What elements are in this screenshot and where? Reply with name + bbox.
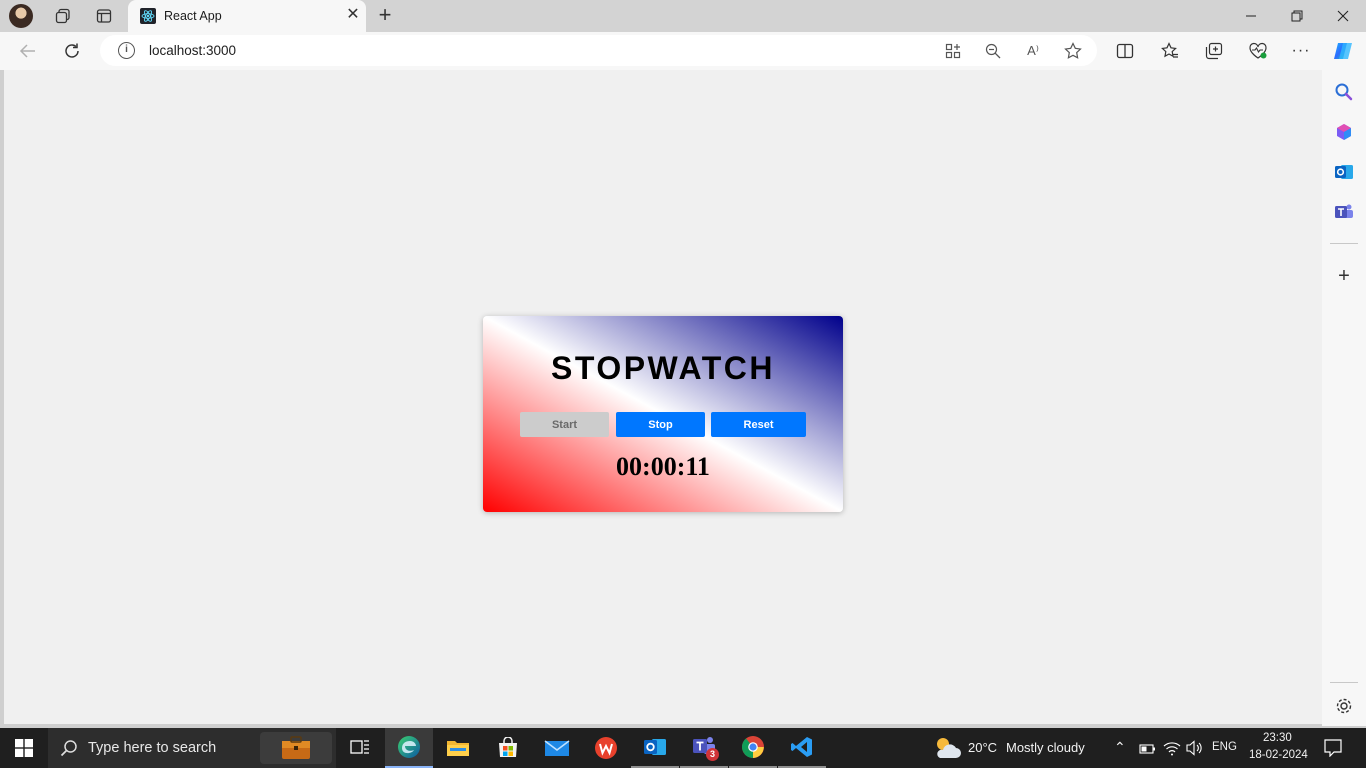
favorite-star-icon[interactable] bbox=[1062, 40, 1084, 62]
vscode-icon[interactable] bbox=[778, 728, 826, 768]
notification-badge: 3 bbox=[706, 748, 719, 761]
workspaces-icon[interactable] bbox=[50, 4, 76, 28]
battery-icon[interactable] bbox=[1139, 742, 1157, 760]
favorites-icon[interactable] bbox=[1157, 39, 1183, 63]
tab-title: React App bbox=[164, 9, 222, 23]
briefcase-icon[interactable] bbox=[260, 732, 332, 764]
taskbar-search-box[interactable]: Type here to search bbox=[48, 728, 336, 768]
sidebar-divider-bottom bbox=[1330, 682, 1358, 683]
microsoft365-icon[interactable] bbox=[1334, 122, 1354, 142]
refresh-icon[interactable] bbox=[59, 39, 85, 63]
volume-icon[interactable] bbox=[1186, 740, 1204, 761]
weather-temperature[interactable]: 20°C bbox=[968, 740, 997, 755]
elapsed-time-display: 00:00:11 bbox=[616, 452, 710, 481]
browser-toolbar: i localhost:3000 A⁾ ··· bbox=[0, 32, 1366, 70]
microsoft-store-icon[interactable] bbox=[484, 728, 532, 768]
edge-taskbar-icon[interactable] bbox=[385, 728, 433, 768]
outlook-icon[interactable] bbox=[1334, 162, 1354, 182]
mail-icon[interactable] bbox=[533, 728, 581, 768]
search-icon bbox=[60, 739, 78, 762]
search-icon[interactable] bbox=[1334, 82, 1354, 102]
back-arrow-icon[interactable] bbox=[15, 39, 41, 63]
start-button[interactable]: Start bbox=[520, 412, 609, 437]
close-window-button[interactable] bbox=[1320, 0, 1366, 32]
copilot-icon[interactable] bbox=[1330, 39, 1356, 63]
wps-office-icon[interactable] bbox=[582, 728, 630, 768]
app-available-icon[interactable] bbox=[942, 40, 964, 62]
split-screen-icon[interactable] bbox=[1112, 39, 1138, 63]
browser-essentials-icon[interactable] bbox=[1245, 39, 1271, 63]
address-bar[interactable]: i localhost:3000 A⁾ bbox=[100, 35, 1097, 66]
stopwatch-card: STOPWATCH Start Stop Reset 00:00:11 bbox=[483, 316, 843, 512]
chrome-icon[interactable] bbox=[729, 728, 777, 768]
stop-button[interactable]: Stop bbox=[616, 412, 705, 437]
file-explorer-icon[interactable] bbox=[434, 728, 482, 768]
task-view-icon[interactable] bbox=[336, 728, 384, 768]
teams-icon[interactable] bbox=[1334, 202, 1354, 222]
wifi-icon[interactable] bbox=[1163, 740, 1181, 761]
site-info-icon[interactable]: i bbox=[118, 42, 135, 59]
notifications-icon[interactable] bbox=[1323, 739, 1343, 762]
reset-button[interactable]: Reset bbox=[711, 412, 806, 437]
more-options-icon[interactable]: ··· bbox=[1288, 39, 1314, 63]
browser-tabstrip: React App ✕ + bbox=[0, 0, 1366, 32]
close-tab-icon[interactable]: ✕ bbox=[344, 6, 362, 24]
sidebar-divider bbox=[1330, 243, 1358, 244]
show-hidden-icons-chevron-icon[interactable]: ⌃ bbox=[1114, 739, 1126, 756]
zoom-out-icon[interactable] bbox=[982, 40, 1004, 62]
input-language[interactable]: ENG bbox=[1212, 741, 1237, 753]
url-text[interactable]: localhost:3000 bbox=[149, 43, 236, 58]
clock-time[interactable]: 23:30 bbox=[1263, 732, 1292, 744]
react-icon bbox=[140, 8, 156, 24]
edge-sidebar: + bbox=[1322, 70, 1366, 726]
teams-taskbar-icon[interactable]: 3 bbox=[680, 728, 728, 768]
read-aloud-icon[interactable]: A⁾ bbox=[1022, 40, 1044, 62]
settings-gear-icon[interactable] bbox=[1334, 696, 1354, 716]
search-placeholder: Type here to search bbox=[88, 740, 217, 756]
page-viewport: STOPWATCH Start Stop Reset 00:00:11 bbox=[4, 70, 1322, 724]
windows-taskbar: Type here to search 3 20°C Mostly cloudy… bbox=[0, 728, 1366, 768]
new-tab-button[interactable]: + bbox=[374, 4, 396, 28]
add-sidebar-app-icon[interactable]: + bbox=[1334, 266, 1354, 286]
weather-description[interactable]: Mostly cloudy bbox=[1006, 740, 1085, 755]
clock-date[interactable]: 18-02-2024 bbox=[1249, 749, 1308, 761]
weather-cloudy-icon[interactable] bbox=[932, 734, 962, 767]
outlook-taskbar-icon[interactable] bbox=[631, 728, 679, 768]
collections-icon[interactable] bbox=[1201, 39, 1227, 63]
tab-actions-icon[interactable] bbox=[91, 4, 117, 28]
minimize-button[interactable] bbox=[1228, 0, 1274, 32]
tab-react-app[interactable]: React App ✕ bbox=[128, 0, 366, 32]
profile-avatar[interactable] bbox=[9, 4, 33, 28]
restore-button[interactable] bbox=[1274, 0, 1320, 32]
windows-start-icon[interactable] bbox=[0, 728, 48, 768]
stopwatch-title: STOPWATCH bbox=[551, 350, 775, 386]
